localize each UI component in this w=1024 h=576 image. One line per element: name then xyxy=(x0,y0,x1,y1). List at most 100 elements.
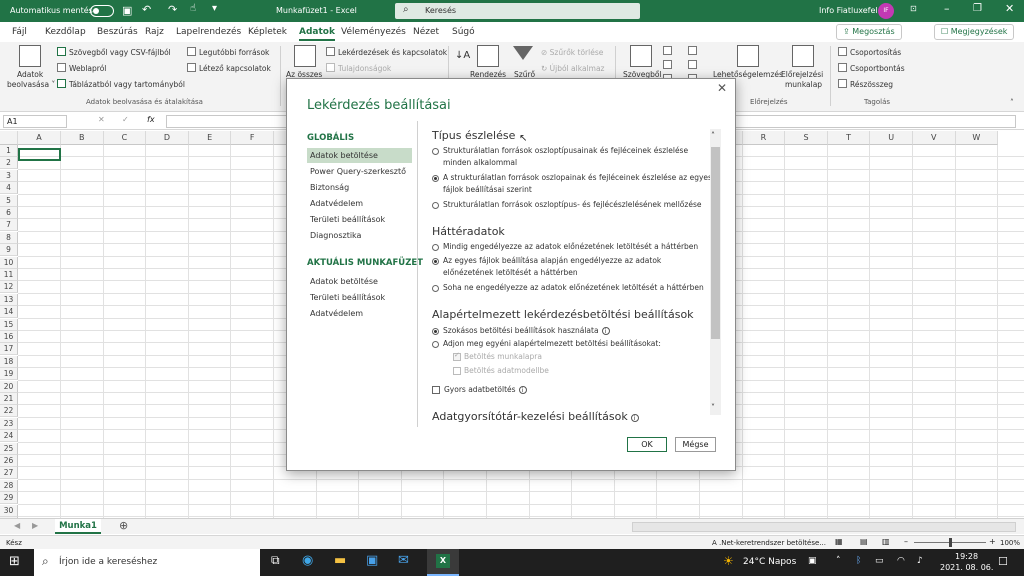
bluetooth-icon[interactable]: ᛒ xyxy=(856,556,861,566)
row-header[interactable]: 30 xyxy=(0,504,18,517)
taskbar-search[interactable]: ⌕ Írjon ide a kereséshez xyxy=(34,549,260,576)
prev-sheet-icon[interactable]: ◀ xyxy=(14,521,20,530)
column-header[interactable]: W xyxy=(955,131,999,145)
info-icon[interactable]: i xyxy=(630,414,639,422)
nav-global-security[interactable]: Biztonság xyxy=(307,180,412,195)
queries-connections-button[interactable]: Lekérdezések és kapcsolatok xyxy=(326,47,447,57)
column-header[interactable]: U xyxy=(870,131,913,145)
default-load-option-custom[interactable]: Adjon meg egyéni alapértelmezett betölté… xyxy=(432,338,661,350)
insert-function-button[interactable]: fx xyxy=(147,115,155,124)
touch-mode-icon[interactable]: ☝ xyxy=(190,3,196,14)
nav-current-regional-settings[interactable]: Területi beállítások xyxy=(307,290,412,305)
tab-formulas[interactable]: Képletek xyxy=(248,27,287,37)
row-header[interactable]: 5 xyxy=(0,194,18,207)
consolidate-icon[interactable] xyxy=(688,46,700,56)
close-icon[interactable]: ✕ xyxy=(1005,2,1014,15)
row-header[interactable]: 3 xyxy=(0,169,18,182)
ribbon-display-icon[interactable]: ⊡ xyxy=(910,4,917,13)
radio-button[interactable] xyxy=(432,341,439,348)
radio-button-selected[interactable] xyxy=(432,175,439,182)
undo-icon[interactable]: ↶ xyxy=(142,3,151,16)
tab-data[interactable]: Adatok xyxy=(299,27,335,41)
row-header[interactable]: 20 xyxy=(0,380,18,393)
sort-az-icon[interactable]: ↓A xyxy=(455,50,470,61)
edge-icon[interactable]: ◉ xyxy=(302,553,322,573)
battery-icon[interactable]: ▭ xyxy=(875,556,884,566)
column-header[interactable]: C xyxy=(103,131,147,145)
weather-icon[interactable]: ☀ xyxy=(723,554,734,568)
tab-review[interactable]: Véleményezés xyxy=(341,27,406,37)
tray-app-icon[interactable]: ▣ xyxy=(808,556,817,566)
nav-global-power-query-editor[interactable]: Power Query-szerkesztő xyxy=(307,164,412,179)
row-header[interactable]: 13 xyxy=(0,293,18,306)
select-all-corner[interactable] xyxy=(0,131,18,145)
background-data-option-always[interactable]: Mindig engedélyezze az adatok előnézetén… xyxy=(432,241,698,253)
row-header[interactable]: 21 xyxy=(0,393,18,405)
row-header[interactable]: 18 xyxy=(0,355,18,368)
reapply-button[interactable]: ↻ Újból alkalmaz xyxy=(541,64,604,73)
forecast-sheet-label-1[interactable]: Előrejelzési xyxy=(781,70,823,79)
tab-page-layout[interactable]: Lapelrendezés xyxy=(176,27,241,37)
column-header[interactable]: S xyxy=(785,131,828,145)
row-header[interactable]: 11 xyxy=(0,269,18,281)
cancel-icon[interactable]: ✕ xyxy=(98,115,105,124)
zoom-out-icon[interactable]: – xyxy=(904,537,908,546)
row-header[interactable]: 8 xyxy=(0,231,18,244)
cancel-button[interactable]: Mégse xyxy=(675,437,716,452)
save-icon[interactable]: ▣ xyxy=(122,4,132,17)
radio-button[interactable] xyxy=(432,202,439,209)
active-cell[interactable] xyxy=(18,148,61,161)
notification-icon[interactable]: ☐ xyxy=(998,555,1008,568)
column-header[interactable]: B xyxy=(61,131,104,145)
comments-button[interactable]: ☐ Megjegyzések xyxy=(934,24,1015,40)
dialog-scrollbar[interactable]: ˄ ˅ xyxy=(710,129,721,415)
background-data-option-never[interactable]: Soha ne engedélyezze az adatok előnézeté… xyxy=(432,282,704,294)
task-view-icon[interactable]: ⧉ xyxy=(271,553,291,573)
zoom-level[interactable]: 100% xyxy=(1000,539,1020,547)
row-header[interactable]: 7 xyxy=(0,219,18,232)
wifi-icon[interactable]: ◠ xyxy=(897,556,905,566)
file-explorer-icon[interactable]: ▬ xyxy=(334,553,354,573)
column-header[interactable]: T xyxy=(827,131,871,145)
scroll-up-icon[interactable]: ˄ xyxy=(711,131,715,140)
collapse-ribbon-icon[interactable]: ˄ xyxy=(1010,98,1014,107)
avatar[interactable]: IF xyxy=(878,3,894,19)
radio-button-selected[interactable] xyxy=(432,258,439,265)
tab-view[interactable]: Nézet xyxy=(413,27,439,37)
from-web-button[interactable]: Weblapról xyxy=(57,63,106,73)
enter-icon[interactable]: ✓ xyxy=(122,115,129,124)
recent-sources-button[interactable]: Legutóbbi források xyxy=(187,47,269,57)
column-header[interactable]: A xyxy=(18,131,61,145)
properties-button[interactable]: Tulajdonságok xyxy=(326,63,391,73)
row-header[interactable]: 19 xyxy=(0,368,18,381)
column-header[interactable]: V xyxy=(913,131,956,145)
tab-insert[interactable]: Beszúrás xyxy=(97,27,138,37)
row-header[interactable]: 22 xyxy=(0,405,18,418)
load-to-data-model-checkbox[interactable] xyxy=(453,367,461,375)
zoom-in-icon[interactable]: + xyxy=(989,537,996,546)
scrollbar-thumb[interactable] xyxy=(711,147,720,339)
zoom-slider-thumb[interactable] xyxy=(949,538,952,547)
type-detection-option-never[interactable]: Strukturálatlan források oszloptípus- és… xyxy=(432,199,701,211)
user-name[interactable]: Info Fiatluxefel xyxy=(819,6,878,15)
existing-connections-button[interactable]: Létező kapcsolatok xyxy=(187,63,271,73)
row-header[interactable]: 26 xyxy=(0,455,18,467)
clock-time[interactable]: 19:28 xyxy=(955,552,978,561)
volume-icon[interactable]: ♪ xyxy=(917,556,923,566)
load-to-worksheet-checkbox[interactable]: ✓ xyxy=(453,351,461,361)
tab-draw[interactable]: Rajz xyxy=(145,27,164,37)
get-data-label-1[interactable]: Adatok xyxy=(17,70,43,79)
minimize-icon[interactable]: – xyxy=(944,2,950,15)
nav-current-privacy[interactable]: Adatvédelem xyxy=(307,306,412,321)
group-button[interactable]: Csoportosítás xyxy=(838,47,901,57)
normal-view-icon[interactable]: ▦ xyxy=(835,537,843,546)
page-layout-view-icon[interactable]: ▤ xyxy=(860,537,868,546)
store-icon[interactable]: ▣ xyxy=(366,553,386,573)
get-data-label-2[interactable]: beolvasása ˅ xyxy=(7,80,55,89)
radio-button[interactable] xyxy=(432,244,439,251)
radio-button-selected[interactable] xyxy=(432,328,439,335)
flash-fill-icon[interactable] xyxy=(663,46,675,56)
tab-help[interactable]: Súgó xyxy=(452,27,475,37)
type-detection-option-always[interactable]: Strukturálatlan források oszloptípusaina… xyxy=(432,145,688,169)
row-header[interactable]: 6 xyxy=(0,207,18,219)
